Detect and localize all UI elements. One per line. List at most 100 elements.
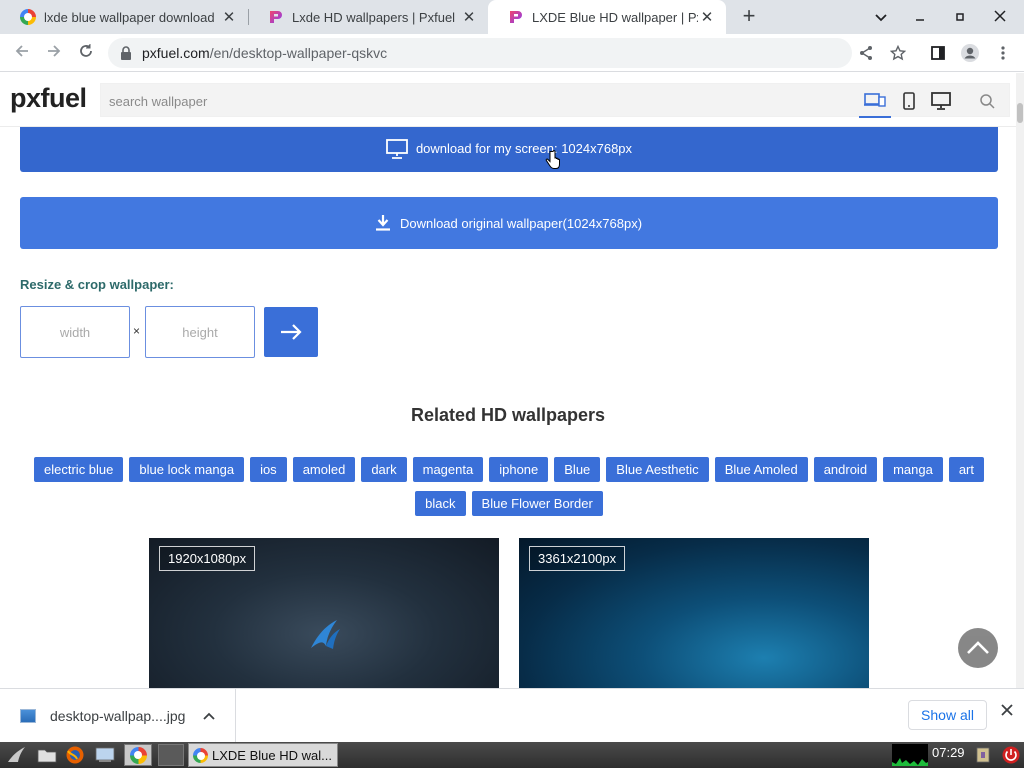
pxfuel-icon: [270, 11, 282, 23]
resolution-badge: 3361x2100px: [529, 546, 626, 571]
profile-avatar-icon[interactable]: [956, 39, 984, 67]
url-host: pxfuel.com: [142, 45, 210, 61]
scroll-to-top-button[interactable]: [958, 628, 998, 668]
tab-title: Lxde HD wallpapers | Pxfuel: [292, 9, 456, 25]
reload-icon[interactable]: [72, 39, 100, 67]
download-for-my-screen-button[interactable]: download for my screen: 1024x768px: [20, 127, 998, 172]
height-input[interactable]: [145, 306, 255, 358]
chevron-up-icon: [967, 641, 989, 654]
tag-black[interactable]: black: [415, 491, 466, 516]
download-screen-label: download for my screen: 1024x768px: [415, 141, 633, 156]
site-logo[interactable]: pxfuel: [10, 83, 87, 114]
width-input[interactable]: [20, 306, 130, 358]
scrollbar-thumb[interactable]: [1017, 103, 1023, 123]
lxde-bird-logo-icon: [311, 620, 340, 649]
browser-tab-google-search[interactable]: lxde blue wallpaper download ✕: [0, 0, 248, 34]
tab-close-icon[interactable]: ✕: [460, 8, 478, 26]
wallpaper-thumbnail[interactable]: 1920x1080px: [149, 538, 499, 688]
firefox-icon[interactable]: [64, 744, 86, 766]
tag-ios[interactable]: ios: [250, 457, 287, 482]
tab-close-icon[interactable]: ✕: [220, 8, 238, 26]
downloaded-file-item[interactable]: desktop-wallpap....jpg: [10, 689, 236, 743]
search-icon[interactable]: [971, 84, 1003, 118]
side-panel-icon[interactable]: [924, 39, 952, 67]
lock-icon: [121, 46, 131, 60]
wallpaper-thumbnail[interactable]: 3361x2100px: [519, 538, 869, 688]
tag-blue-flower-border[interactable]: Blue Flower Border: [471, 491, 603, 516]
tag-list: electric blue blue lock manga ios amoled…: [20, 457, 998, 516]
show-all-downloads-button[interactable]: Show all: [908, 700, 987, 730]
arrow-right-icon: [281, 324, 302, 340]
downloaded-file-name: desktop-wallpap....jpg: [50, 708, 186, 724]
taskbar-clock: 07:29: [932, 745, 965, 760]
lxde-menu-icon[interactable]: [6, 744, 28, 766]
file-manager-icon[interactable]: [36, 744, 58, 766]
hand-cursor-icon: [545, 150, 560, 169]
browser-tab-strip: lxde blue wallpaper download ✕ Lxde HD w…: [0, 0, 1024, 34]
close-shelf-icon[interactable]: [997, 703, 1017, 727]
tag-android[interactable]: android: [813, 457, 878, 482]
url-path: /en/desktop-wallpaper-qskvc: [209, 45, 388, 61]
browser-toolbar: pxfuel.com/en/desktop-wallpaper-qskvc: [0, 34, 1024, 72]
desktop-taskbar: LXDE Blue HD wal... 07:29: [0, 742, 1024, 768]
show-desktop-icon[interactable]: [94, 744, 116, 766]
resize-submit-button[interactable]: [264, 307, 318, 357]
desktop-filter-icon[interactable]: [925, 84, 957, 118]
taskbar-task-chrome[interactable]: LXDE Blue HD wal...: [188, 743, 338, 767]
address-bar[interactable]: pxfuel.com/en/desktop-wallpaper-qskvc: [108, 38, 852, 68]
download-original-button[interactable]: Download original wallpaper(1024x768px): [20, 197, 998, 249]
tab-title: lxde blue wallpaper download: [44, 9, 215, 25]
google-g-icon: [20, 9, 36, 25]
tag-blue-amoled[interactable]: Blue Amoled: [714, 457, 808, 482]
screen-lock-icon[interactable]: [972, 744, 994, 766]
chrome-launcher-icon[interactable]: [124, 744, 152, 766]
download-original-label: Download original wallpaper(1024x768px): [399, 215, 643, 231]
forward-arrow-icon[interactable]: [40, 39, 68, 67]
resolution-badge: 1920x1080px: [159, 546, 256, 571]
page-scrollbar[interactable]: [1016, 73, 1024, 688]
tab-title: LXDE Blue HD wallpaper | Pxfuel: [532, 9, 698, 25]
monitor-icon: [386, 138, 408, 159]
tag-blue-aesthetic[interactable]: Blue Aesthetic: [606, 457, 709, 482]
tab-close-icon[interactable]: ✕: [698, 8, 716, 26]
chrome-icon: [193, 747, 208, 763]
share-icon[interactable]: [852, 39, 880, 67]
pxfuel-icon: [510, 11, 522, 23]
search-bar: [100, 83, 1010, 118]
page-content: download for my screen: 1024x768px Downl…: [0, 127, 1016, 688]
new-tab-button[interactable]: +: [736, 4, 762, 30]
tag-dark[interactable]: dark: [361, 457, 407, 482]
browser-tab-lxde-blue[interactable]: LXDE Blue HD wallpaper | Pxfuel ✕: [488, 0, 726, 34]
resize-crop-label: Resize & crop wallpaper:: [20, 277, 174, 292]
cpu-monitor: [892, 744, 928, 766]
taskbar-task-title: LXDE Blue HD wal...: [212, 747, 332, 763]
browser-tab-lxde-wallpapers[interactable]: Lxde HD wallpapers | Pxfuel ✕: [248, 0, 488, 34]
maximize-button[interactable]: [946, 4, 974, 30]
chevron-up-icon[interactable]: [203, 709, 216, 723]
tag-electric-blue[interactable]: electric blue: [34, 457, 124, 482]
tag-magenta[interactable]: magenta: [412, 457, 484, 482]
site-header: pxfuel: [0, 73, 1016, 127]
image-file-icon: [20, 709, 36, 723]
power-icon[interactable]: [1000, 744, 1022, 766]
tag-blue[interactable]: Blue: [554, 457, 601, 482]
tab-search-chevron-icon[interactable]: [867, 4, 895, 30]
tag-blue-lock-manga[interactable]: blue lock manga: [129, 457, 245, 482]
times-symbol: ×: [133, 324, 141, 338]
minimize-button[interactable]: [906, 4, 934, 30]
mobile-filter-icon[interactable]: [893, 84, 925, 118]
search-input[interactable]: [109, 90, 809, 112]
tag-amoled[interactable]: amoled: [292, 457, 356, 482]
desktop-mobile-filter-icon[interactable]: [859, 84, 891, 118]
back-arrow-icon[interactable]: [8, 39, 36, 67]
workspace-pager[interactable]: [158, 744, 184, 766]
kebab-menu-icon[interactable]: [989, 39, 1017, 67]
tag-iphone[interactable]: iphone: [489, 457, 549, 482]
bookmark-star-icon[interactable]: [884, 39, 912, 67]
tag-manga[interactable]: manga: [883, 457, 943, 482]
download-shelf: desktop-wallpap....jpg Show all: [0, 688, 1024, 743]
close-window-button[interactable]: [986, 4, 1014, 30]
tag-art[interactable]: art: [948, 457, 984, 482]
download-icon: [375, 215, 390, 231]
related-wallpapers-heading: Related HD wallpapers: [410, 405, 606, 425]
